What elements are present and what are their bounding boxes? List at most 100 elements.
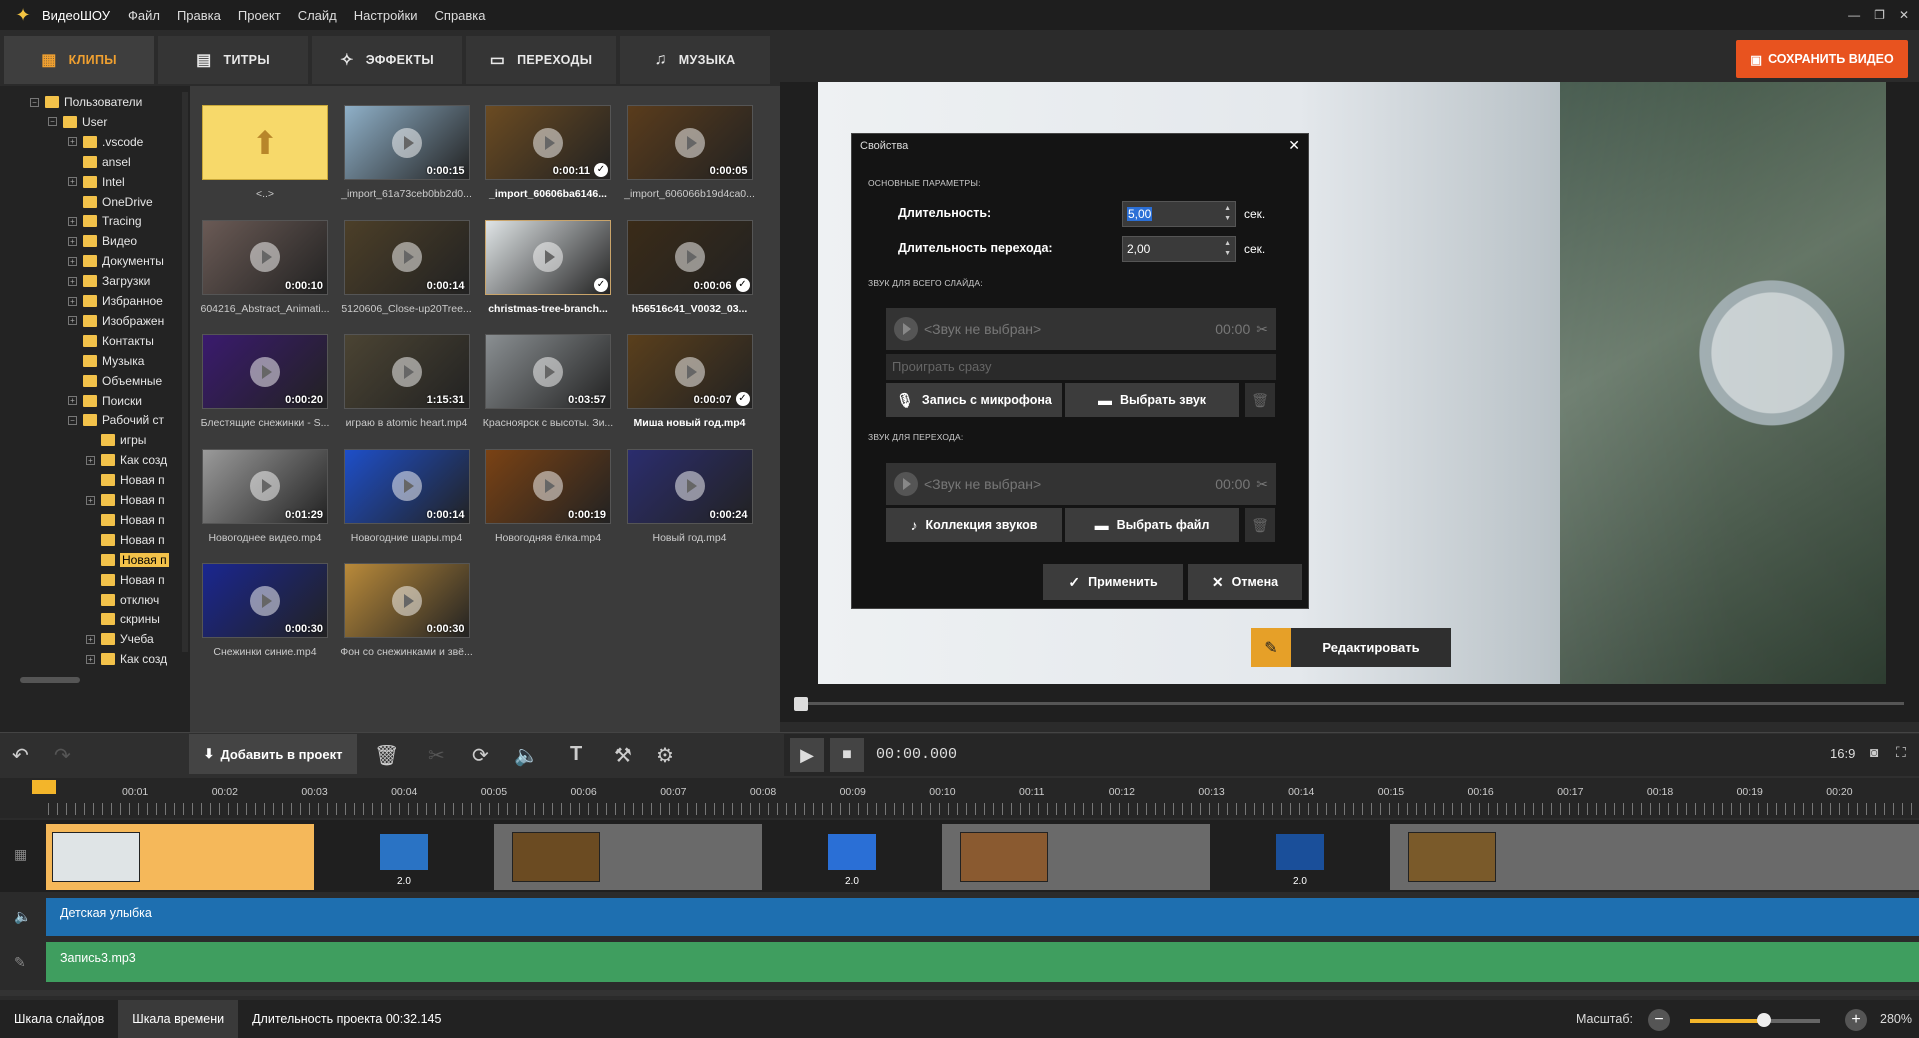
cancel-button[interactable]: ✕ Отмена (1188, 564, 1302, 600)
expand-toggle-icon[interactable]: + (86, 654, 95, 664)
minimize-icon[interactable]: — (1848, 8, 1860, 22)
media-thumbnail[interactable]: 0:00:19 (485, 448, 611, 524)
media-item[interactable]: 0:00:19 Новогодняя ёлка.mp4 (485, 448, 611, 544)
playhead-marker[interactable] (32, 780, 56, 794)
tree-item[interactable]: отключ (86, 590, 159, 610)
preview-scrubber[interactable] (796, 702, 1904, 705)
tree-item[interactable]: + Intel (68, 172, 125, 192)
text-icon[interactable]: T (570, 743, 582, 766)
menu-slide[interactable]: Слайд (298, 8, 337, 23)
spin-arrows-icon[interactable]: ▲ ▼ (1224, 204, 1231, 224)
magic-wand-icon[interactable]: ⚒ (614, 743, 632, 768)
tree-item[interactable]: Новая п (86, 510, 165, 530)
play-sound-icon[interactable] (894, 472, 918, 496)
aspect-ratio[interactable]: 16:9 (1830, 746, 1855, 761)
tree-item[interactable]: Новая п (86, 550, 169, 570)
media-item[interactable]: 0:00:07 ✓ Миша новый год.mp4 (626, 334, 753, 429)
media-item[interactable]: 1:15:31 играю в atomic heart.mp4 (343, 334, 470, 429)
redo-icon[interactable]: ↷ (54, 743, 71, 768)
undo-icon[interactable]: ↶ (12, 743, 29, 768)
tree-item[interactable]: игры (86, 430, 146, 450)
media-thumbnail[interactable]: 0:00:20 (202, 334, 328, 409)
expand-toggle-icon[interactable]: − (30, 97, 39, 107)
tree-item[interactable]: + Поиски (68, 391, 142, 411)
media-item[interactable]: 0:00:14 Новогодние шары.mp4 (343, 448, 470, 544)
media-thumbnail[interactable]: 0:00:30 (343, 563, 470, 638)
tree-item[interactable]: + Видео (68, 231, 137, 251)
tree-item[interactable]: Музыка (68, 351, 144, 371)
expand-toggle-icon[interactable]: − (68, 415, 77, 425)
tree-item[interactable]: Новая п (86, 470, 165, 490)
scissors-icon[interactable]: ✂ (1256, 476, 1268, 493)
media-item[interactable]: 0:00:24 Новый год.mp4 (626, 448, 753, 544)
menu-file[interactable]: Файл (128, 8, 160, 23)
stop-button[interactable]: ■ (830, 738, 864, 772)
expand-toggle-icon[interactable]: + (68, 316, 77, 326)
tree-item[interactable]: + Tracing (68, 211, 142, 231)
media-item[interactable]: 0:00:30 Фон со снежинками и звё... (340, 563, 473, 658)
tab-clips[interactable]: ▦ КЛИПЫ (4, 36, 154, 84)
media-thumbnail[interactable]: 0:00:07 ✓ (626, 334, 753, 409)
media-item[interactable]: 0:01:29 Новогоднее видео.mp4 (202, 448, 328, 544)
expand-toggle-icon[interactable]: + (68, 276, 77, 286)
tree-item[interactable]: ansel (68, 152, 131, 172)
expand-toggle-icon[interactable]: + (68, 396, 77, 405)
tree-item[interactable]: Новая п (86, 530, 165, 550)
expand-toggle-icon[interactable]: + (68, 296, 77, 306)
sound-collection-button[interactable]: ♪ Коллекция звуков (886, 508, 1062, 542)
media-thumbnail[interactable]: 1:15:31 (343, 334, 470, 409)
media-thumbnail[interactable]: 0:00:24 (626, 448, 753, 524)
tree-item[interactable]: + Избранное (68, 291, 163, 311)
media-item[interactable]: 0:00:11 ✓ _import_60606ba6146... (485, 105, 611, 200)
tree-item[interactable]: OneDrive (68, 192, 153, 212)
expand-toggle-icon[interactable]: + (86, 634, 95, 644)
audio-track-music[interactable] (46, 898, 1919, 936)
timeline-view-tab[interactable]: Шкала времени (118, 1000, 239, 1038)
tree-item[interactable]: скрины (86, 609, 160, 629)
duration-spinbox[interactable]: 5,00 ▲ ▼ (1122, 201, 1236, 227)
choose-sound-button[interactable]: ▬ Выбрать звук (1065, 383, 1239, 417)
tree-item[interactable]: + Новая п (86, 490, 165, 510)
tree-item[interactable]: − Пользователи (30, 92, 142, 112)
delete-icon[interactable]: 🗑 (374, 743, 399, 768)
media-thumbnail[interactable]: 0:00:15 (343, 105, 470, 180)
media-item[interactable]: 0:00:06 ✓ h56516c41_V0032_03... (626, 219, 753, 315)
media-item[interactable]: 0:00:20 Блестящие снежинки - S... (201, 334, 329, 429)
media-item[interactable]: 0:00:15 _import_61a73ceb0bb2d0... (341, 105, 472, 200)
folder-up-thumbnail[interactable]: ⬆ (202, 105, 328, 180)
tree-item[interactable]: − User (48, 112, 107, 132)
media-thumbnail[interactable]: 0:00:30 (202, 563, 328, 638)
media-thumbnail[interactable]: 0:00:10 (202, 219, 328, 295)
tree-item[interactable]: − Рабочий ст (68, 410, 164, 430)
tab-transitions[interactable]: ▭ ПЕРЕХОДЫ (466, 36, 616, 84)
add-to-project-button[interactable]: ⬇ Добавить в проект (189, 734, 357, 774)
delete-transition-sound-icon[interactable]: 🗑 (1245, 508, 1275, 542)
media-thumbnail[interactable]: 0:03:57 (485, 334, 611, 409)
edit-button[interactable]: ✎ Редактировать (1251, 628, 1451, 667)
expand-toggle-icon[interactable]: + (68, 137, 77, 147)
menu-edit[interactable]: Правка (177, 8, 221, 23)
media-thumbnail[interactable]: 0:00:05 (626, 105, 753, 180)
expand-toggle-icon[interactable]: + (86, 455, 95, 465)
media-thumbnail[interactable]: 0:00:14 (343, 219, 470, 295)
rotate-icon[interactable]: ⟳ (472, 743, 489, 768)
expand-toggle-icon[interactable]: + (68, 216, 77, 226)
scrubber-handle[interactable] (794, 697, 808, 711)
media-item[interactable]: 0:03:57 Красноярск с высоты. Зи... (483, 334, 613, 429)
media-thumbnail[interactable]: 0:00:06 ✓ (626, 219, 753, 295)
expand-toggle-icon[interactable]: + (86, 495, 95, 505)
tree-item[interactable]: + Документы (68, 251, 164, 271)
tree-item[interactable]: Объемные (68, 371, 162, 391)
transition-duration-spinbox[interactable]: 2,00 ▲ ▼ (1122, 236, 1236, 262)
expand-toggle-icon[interactable]: + (68, 177, 77, 187)
transition-thumbnail-1[interactable] (380, 834, 428, 870)
maximize-icon[interactable]: ❐ (1874, 8, 1885, 22)
zoom-slider-handle[interactable] (1757, 1013, 1772, 1027)
settings-gear-icon[interactable]: ⚙ (656, 743, 674, 768)
media-thumbnail[interactable]: 0:01:29 (202, 448, 328, 524)
timeline-scrollbar[interactable] (0, 990, 1919, 996)
snapshot-icon[interactable]: ◙ (1870, 744, 1878, 760)
menu-settings[interactable]: Настройки (354, 8, 418, 23)
media-thumbnail[interactable]: 0:00:14 (343, 448, 470, 524)
tab-music[interactable]: ♫ МУЗЫКА (620, 36, 770, 84)
